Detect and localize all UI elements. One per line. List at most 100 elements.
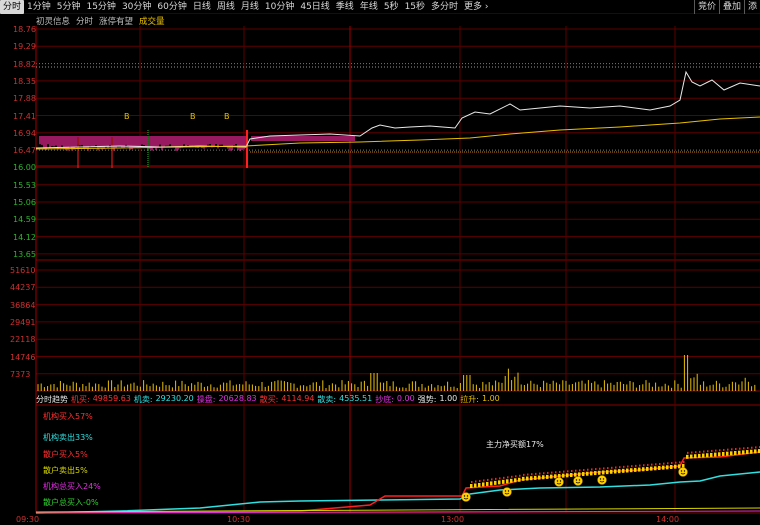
intensity-dot: [478, 482, 481, 487]
smiley-eye: [556, 480, 559, 482]
smc-label: 散卖:: [317, 395, 337, 404]
intensity-dot: [646, 466, 649, 471]
period-tab[interactable]: 年线: [357, 0, 381, 14]
intensity-dot: [539, 472, 541, 475]
price-tick-label: 18.76: [13, 25, 36, 34]
buy-signal-marker: B: [224, 112, 230, 121]
inst-sell-line: [35, 471, 760, 514]
toolbar-right-button[interactable]: 叠加: [718, 0, 744, 14]
intensity-dot: [546, 474, 549, 479]
intensity-dot: [482, 482, 485, 487]
intensity-dot: [639, 464, 641, 467]
intensity-dot: [731, 448, 733, 451]
period-tab[interactable]: 更多 ›: [461, 0, 491, 14]
period-tab[interactable]: 60分钟: [154, 0, 189, 14]
mode-label: 分时: [76, 17, 94, 27]
time-tick-label: 09:30: [16, 515, 40, 524]
intensity-dot: [582, 472, 585, 477]
period-tab[interactable]: 多分时: [428, 0, 461, 14]
intensity-dot: [699, 450, 701, 453]
volume-tick-label: 29491: [10, 317, 36, 327]
toolbar-right-button[interactable]: 竞价: [693, 0, 719, 14]
period-tab[interactable]: 分时: [0, 0, 25, 14]
ls-label: 拉升:: [460, 395, 479, 404]
period-tab[interactable]: 1分钟: [24, 0, 54, 14]
intensity-dot: [619, 466, 621, 469]
intensity-dot: [743, 447, 745, 450]
price-tick-label: 18.35: [13, 76, 36, 86]
yp-label: 操盘:: [196, 395, 216, 404]
smiley-icon: [502, 487, 512, 497]
intensity-dot: [754, 449, 757, 454]
sm-label: 散买:: [259, 395, 279, 404]
intensity-dot: [630, 468, 633, 473]
intensity-dot: [643, 464, 645, 467]
intensity-dot: [571, 470, 573, 472]
intensity-dot: [611, 466, 613, 469]
intensity-dot: [587, 468, 589, 471]
intensity-dot: [578, 472, 581, 477]
intensity-dot: [750, 449, 753, 454]
smiley-eye: [463, 495, 466, 497]
intensity-dot: [719, 449, 721, 452]
intensity-dot: [626, 468, 629, 473]
intensity-dot: [722, 451, 725, 456]
intensity-dot: [527, 473, 529, 476]
price-tick-label: 17.88: [13, 94, 36, 104]
toolbar-right-button[interactable]: 添: [743, 0, 760, 14]
jm-label: 机买:: [71, 395, 90, 404]
intensity-dot: [567, 470, 569, 473]
intensity-dot: [542, 475, 545, 480]
intensity-dot: [739, 447, 741, 450]
intensity-dot: [574, 472, 577, 477]
indicator-title-bar: 分时趋势 机买: 49859.63 机卖: 29230.20 操盘: 20628…: [36, 394, 500, 405]
intensity-dot: [670, 465, 673, 469]
intensity-dot: [723, 448, 725, 451]
intensity-dot: [475, 480, 477, 483]
smiley-eye: [559, 480, 562, 482]
sm-value: 4114.94: [281, 394, 315, 403]
intensity-dot: [698, 453, 701, 458]
intensity-dot: [607, 467, 609, 470]
smiley-icon: [461, 492, 471, 502]
legend-item: 散户买入5%: [43, 450, 88, 459]
volume-tick-label: 36864: [10, 300, 36, 310]
intensity-dot: [598, 470, 601, 475]
intensity-dot: [471, 481, 473, 483]
volume-tick-label: 44237: [10, 283, 36, 293]
period-tab[interactable]: 10分钟: [262, 0, 297, 14]
intensity-dot: [714, 452, 717, 457]
intensity-dot: [543, 472, 545, 475]
period-tab[interactable]: 30分钟: [119, 0, 154, 14]
period-tab[interactable]: 45日线: [297, 0, 332, 14]
period-tab[interactable]: 周线: [214, 0, 238, 14]
intensity-dot: [738, 450, 741, 455]
period-tab[interactable]: 日线: [190, 0, 214, 14]
intensity-dot: [663, 462, 665, 465]
signal-label: 涨停有望: [99, 17, 134, 27]
intensity-dot: [534, 475, 537, 480]
intensity-dot: [735, 448, 737, 450]
intensity-dot: [554, 474, 557, 479]
period-tab[interactable]: 5分钟: [54, 0, 84, 14]
intensity-dot: [495, 477, 497, 480]
period-tab[interactable]: 季线: [333, 0, 357, 14]
intensity-dot: [755, 446, 757, 449]
intensity-dot: [522, 476, 525, 481]
intensity-dot: [570, 473, 573, 477]
period-tab[interactable]: 月线: [238, 0, 262, 14]
intensity-dot: [594, 471, 597, 476]
volume-tick-label: 14746: [10, 352, 36, 362]
period-tab[interactable]: 5秒: [381, 0, 402, 14]
period-tab[interactable]: 15分钟: [83, 0, 118, 14]
indicator-title: 分时趋势: [36, 395, 68, 404]
jmc-value: 29230.20: [155, 394, 194, 403]
buy-signal-marker: B: [190, 112, 196, 121]
chart-canvas[interactable]: [0, 0, 760, 525]
intensity-dot: [490, 481, 493, 486]
period-tab[interactable]: 15秒: [402, 0, 428, 14]
intensity-dot: [498, 480, 501, 485]
smiley-eye: [578, 479, 581, 481]
intensity-dot: [583, 469, 585, 472]
price-tick-label: 15.53: [13, 180, 36, 190]
